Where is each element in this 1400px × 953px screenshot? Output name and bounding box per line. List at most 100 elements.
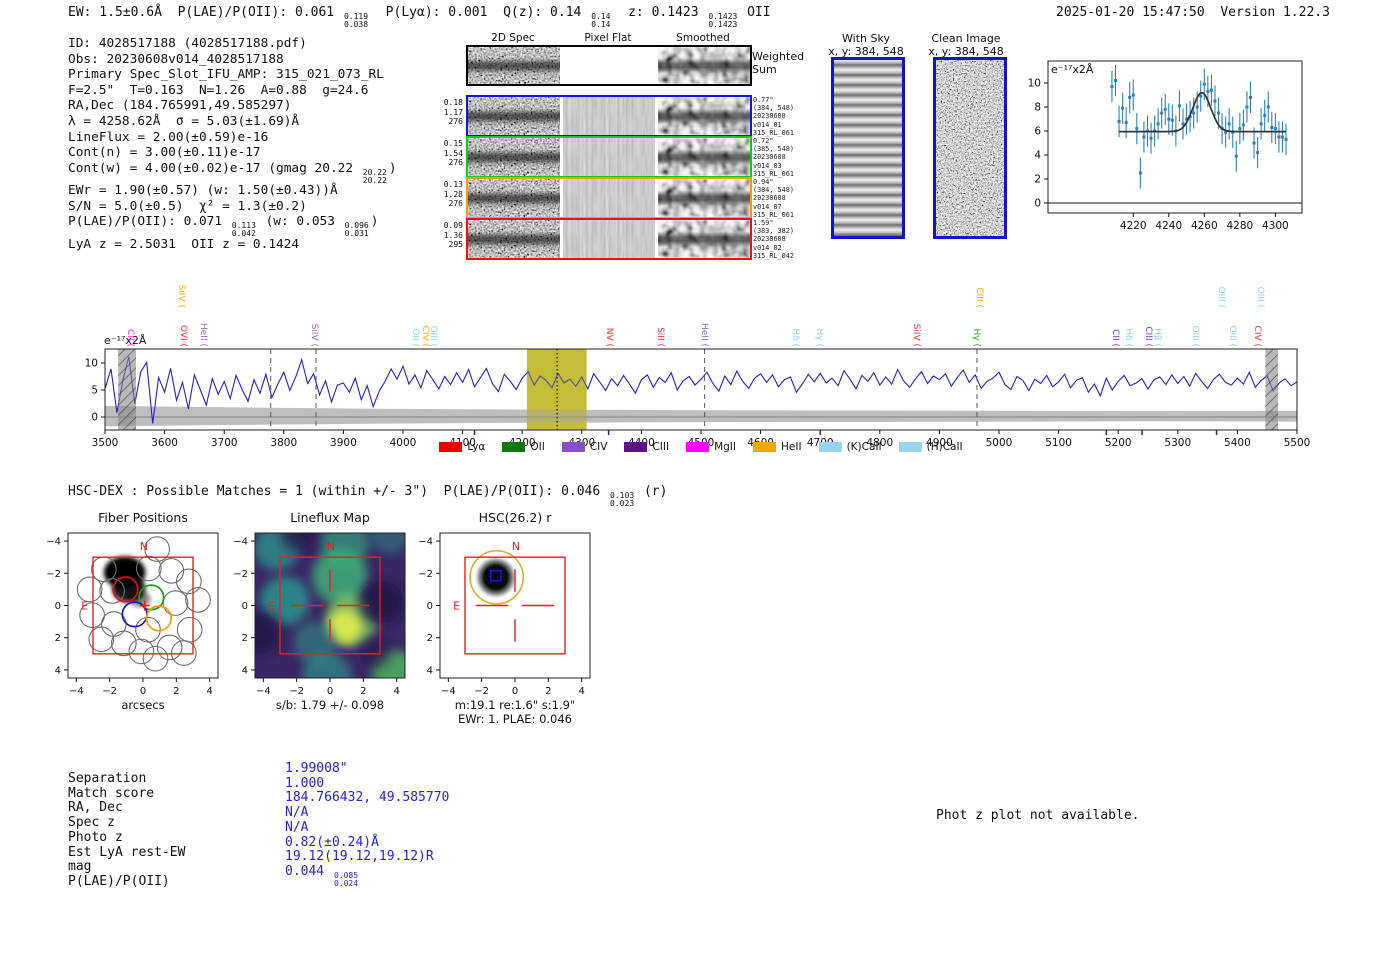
legend-item-mgii: MgII <box>686 441 736 453</box>
twod-row-right-labels: 0.94" (384, 548) 20230608 v014_07 315_RL_061 <box>753 178 794 219</box>
row-right-value: 0.77" <box>753 96 774 104</box>
row-right-value: 20230608 <box>753 153 786 162</box>
svg-text:0: 0 <box>427 601 433 612</box>
match-row-value: 184.766432, 49.585770 <box>285 790 450 806</box>
twod-cell-smooth <box>658 47 750 84</box>
em-label-h: Hδ ( <box>789 328 800 347</box>
row-left-value: 1.36 <box>443 230 463 240</box>
svg-text:4: 4 <box>393 686 399 697</box>
twod-cell-flat <box>563 179 655 217</box>
svg-text:E: E <box>453 600 460 613</box>
twod-spec-row <box>466 136 752 178</box>
match-row-label: Separation <box>68 771 147 786</box>
svg-text:4220: 4220 <box>1120 220 1147 232</box>
em-label-oiii: OIII ( <box>428 325 439 347</box>
row-right-value: 315_RL_061 <box>753 169 794 178</box>
svg-text:Lineflux Map: Lineflux Map <box>290 510 370 525</box>
row-left-value: 1.28 <box>443 189 463 199</box>
twod-row-left-labels: 0.09 1.36 295 <box>443 221 463 250</box>
svg-text:EWr: 1. PLAE: 0.046: EWr: 1. PLAE: 0.046 <box>458 712 572 726</box>
row-right-value: (383, 382) <box>753 227 794 236</box>
em-label-ciii: CIII ( <box>974 287 985 308</box>
twod-cell-noisy <box>468 97 560 135</box>
svg-text:Fiber Positions: Fiber Positions <box>98 510 188 525</box>
legend-label: HeII <box>781 441 802 453</box>
svg-text:−4: −4 <box>46 537 61 548</box>
em-label-h: Hβ ( <box>1152 328 1163 347</box>
em-label-nv: NV ( <box>603 327 614 347</box>
hsc-r-image-panel: N E −4 4 −2 2 0 0 2 −2 4 −4 HSC(26.2) r m:19.1 re:1.6… <box>418 510 591 726</box>
em-label-cii: CII ( <box>125 329 136 347</box>
svg-text:10: 10 <box>1028 78 1041 90</box>
legend-swatch <box>624 442 648 452</box>
twod-cell-noisy <box>468 179 560 217</box>
svg-text:2: 2 <box>242 633 248 644</box>
line-fit-chart: 4220 4240 4260 4280 4300 0 2 4 6 8 10 <box>1028 60 1303 232</box>
svg-text:−2: −2 <box>289 686 304 697</box>
photz-note: Phot z plot not available. <box>936 808 1140 823</box>
em-label-siiv: SiIV ( <box>309 323 320 347</box>
texture-smooth <box>658 220 750 258</box>
clean-image <box>933 57 1007 239</box>
svg-text:N: N <box>140 540 148 553</box>
twod-cell-flat <box>563 220 655 258</box>
match-row-value: 1.99008" <box>285 761 348 776</box>
row-right-value: 315_RL_061 <box>753 128 794 137</box>
row-right-value: 0.94" <box>753 178 774 186</box>
timestamp-version: 2025-01-20 15:47:50 Version 1.22.3 <box>1056 5 1330 20</box>
twod-spec-row <box>466 95 752 137</box>
twod-row-left-labels: 0.15 1.54 276 <box>443 139 463 168</box>
svg-text:E: E <box>81 600 88 613</box>
info-line: LineFlux = 2.00(±0.59)e-16 <box>68 129 269 145</box>
twod-spec-row <box>466 218 752 260</box>
legend-item-ciii: CIII <box>624 441 669 453</box>
texture-smooth <box>658 47 750 84</box>
legend-label: OII <box>530 441 545 453</box>
texture-flat <box>563 138 655 176</box>
svg-text:0: 0 <box>55 601 61 612</box>
svg-text:−4: −4 <box>441 686 456 697</box>
twod-spec-row <box>466 177 752 219</box>
legend-label: CIV <box>589 441 608 453</box>
em-label-oii: OII ( <box>410 328 421 347</box>
legend-label: (K)CaII <box>846 441 882 453</box>
legend-label: (H)CaII <box>926 441 963 453</box>
svg-text:N: N <box>327 540 335 553</box>
row-right-value: v014_07 <box>753 202 782 211</box>
svg-text:0: 0 <box>91 412 98 424</box>
stacked-fraction: 0.096 0.031 <box>344 221 369 239</box>
svg-text:−2: −2 <box>418 569 433 580</box>
twod-row-right-labels: 0.77" (384, 548) 20230608 v014_01 315_RL_061 <box>753 96 794 137</box>
stacked-fraction: 0.1423 0.1423 <box>708 12 738 29</box>
texture-noisy <box>468 47 560 84</box>
svg-text:−2: −2 <box>102 686 117 697</box>
em-label-oiii: OIII ( <box>1226 325 1237 347</box>
legend-swatch <box>561 442 585 452</box>
fit-unit-label: e⁻¹⁷x2Å <box>1051 63 1094 76</box>
row-right-value: 1.59" <box>753 219 774 227</box>
twod-row-left-labels: 0.18 1.17 276 <box>443 98 463 127</box>
legend-swatch <box>502 442 526 452</box>
col-header-pixel-flat: Pixel Flat <box>584 32 632 44</box>
svg-text:4300: 4300 <box>1262 220 1289 232</box>
svg-text:2: 2 <box>173 686 179 697</box>
em-label-heii: HeII ( <box>699 323 710 347</box>
em-label-oiii: OIII ( <box>1215 286 1226 308</box>
texture-noisy <box>468 138 560 176</box>
row-left-value: 276 <box>448 117 463 126</box>
row-left-value: 0.13 <box>443 180 463 189</box>
em-label-siiv: SiIV ( <box>911 323 922 347</box>
legend-swatch <box>439 442 463 452</box>
twod-row-left-labels: 0.13 1.28 276 <box>443 180 463 209</box>
legend-item-ly: Lyα <box>439 441 485 453</box>
svg-text:−4: −4 <box>233 537 248 548</box>
full-spectrum-plot: 3500360037003800390040004100420043004400… <box>60 275 1360 470</box>
texture-noisy <box>468 220 560 258</box>
legend-swatch <box>818 442 842 452</box>
svg-text:10: 10 <box>85 358 98 370</box>
detection-info-block: ID: 4028517188 (4028517188.pdf) Obs: 2023… <box>68 36 397 253</box>
row-left-value: 0.15 <box>443 139 463 148</box>
texture-smooth <box>658 97 750 135</box>
em-label-civ: CIV ( <box>1251 325 1262 347</box>
svg-text:2: 2 <box>427 633 433 644</box>
